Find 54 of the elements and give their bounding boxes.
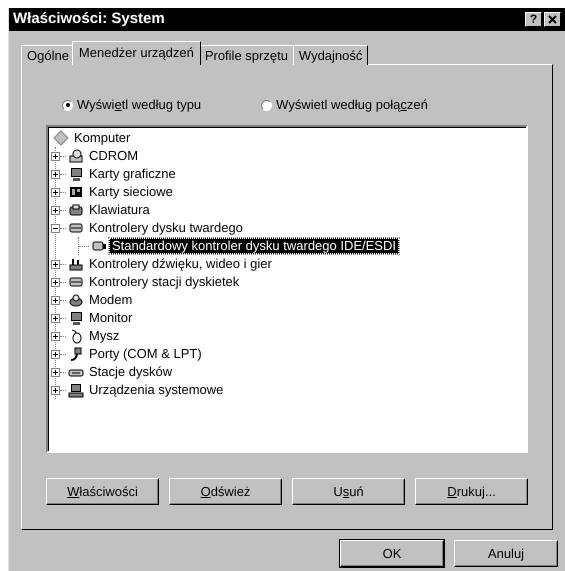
expand-toggle[interactable] bbox=[51, 170, 60, 178]
card-icon bbox=[68, 184, 84, 200]
expand-toggle[interactable] bbox=[51, 332, 60, 340]
expand-toggle[interactable] bbox=[51, 278, 60, 286]
collapse-toggle[interactable] bbox=[51, 224, 60, 232]
radio-button[interactable] bbox=[261, 100, 272, 110]
tab[interactable]: Menedżer urządzeń bbox=[72, 41, 201, 65]
close-icon bbox=[548, 15, 557, 24]
tree-item[interactable]: Mysz bbox=[86, 328, 122, 344]
expand-toggle[interactable] bbox=[51, 368, 60, 376]
tree-item[interactable]: CDROM bbox=[86, 148, 142, 164]
tree-item[interactable]: Porty (COM & LPT) bbox=[86, 346, 205, 362]
help-button[interactable]: ? bbox=[525, 12, 542, 27]
tree-item[interactable]: Kontrolery dźwięku, wideo i gier bbox=[86, 256, 275, 272]
tree-item[interactable]: Standardowy kontroler dysku twardego IDE/ESDI bbox=[109, 238, 399, 254]
expand-toggle[interactable] bbox=[51, 260, 60, 268]
tab[interactable]: Profile sprzętu bbox=[198, 45, 294, 65]
monitor-icon bbox=[68, 166, 84, 182]
cd-drive-icon bbox=[68, 148, 84, 164]
expand-toggle[interactable] bbox=[51, 206, 60, 214]
tree-item[interactable]: Kontrolery stacji dyskietek bbox=[86, 274, 242, 290]
tab[interactable]: Wydajność bbox=[292, 45, 368, 65]
tree-item[interactable]: Karty graficzne bbox=[86, 166, 179, 182]
tree-item[interactable]: Urządzenia systemowe bbox=[86, 382, 226, 398]
expand-toggle[interactable] bbox=[51, 314, 60, 322]
window-title: Właściwości: System bbox=[13, 9, 166, 30]
expand-toggle[interactable] bbox=[51, 386, 60, 394]
tab[interactable]: Ogólne bbox=[21, 45, 75, 65]
tree-item[interactable]: Stacje dysków bbox=[86, 364, 176, 380]
tree-item[interactable]: Karty sieciowe bbox=[86, 184, 176, 200]
plug-icon bbox=[68, 346, 84, 362]
monitor-icon bbox=[68, 310, 84, 326]
tree-item[interactable]: Monitor bbox=[86, 310, 136, 326]
expand-toggle[interactable] bbox=[51, 152, 60, 160]
diamond-icon bbox=[53, 130, 69, 146]
radio-button[interactable] bbox=[62, 100, 73, 110]
action-button[interactable]: Właściwości bbox=[46, 478, 159, 505]
modem-icon bbox=[68, 292, 84, 308]
tree-item[interactable]: Komputer bbox=[71, 130, 134, 146]
cancel-button[interactable]: Anuluj bbox=[454, 540, 558, 567]
close-button[interactable] bbox=[544, 12, 561, 27]
action-button[interactable]: Odśwież bbox=[169, 478, 282, 505]
action-button[interactable]: Usuń bbox=[292, 478, 405, 505]
expand-toggle[interactable] bbox=[51, 350, 60, 358]
expand-toggle[interactable] bbox=[51, 188, 60, 196]
radio-label[interactable]: Wyświetl według połączeń bbox=[276, 95, 428, 115]
tree-item[interactable]: Kontrolery dysku twardego bbox=[86, 220, 246, 236]
action-button[interactable]: Drukuj... bbox=[415, 478, 528, 505]
computer-icon bbox=[68, 382, 84, 398]
expand-toggle[interactable] bbox=[51, 296, 60, 304]
radio-label[interactable]: Wyświetl według typu bbox=[77, 95, 202, 115]
tree-item[interactable]: Klawiatura bbox=[86, 202, 153, 218]
tree-item[interactable]: Modem bbox=[86, 292, 136, 308]
ok-button[interactable]: OK bbox=[340, 540, 444, 567]
